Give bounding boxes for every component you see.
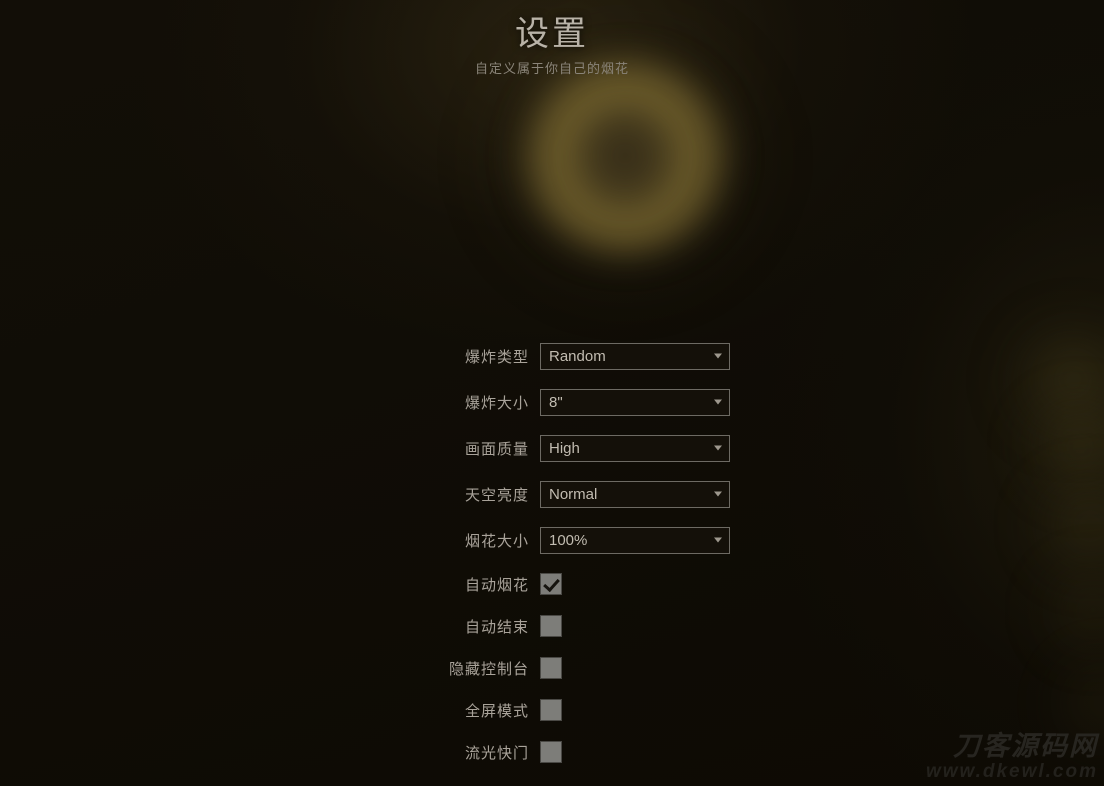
label-hide-controls: 隐藏控制台 (448, 660, 529, 678)
page-header: 设置 自定义属于你自己的烟花 (0, 14, 1104, 78)
select-firework-scale[interactable]: 100% (540, 526, 730, 554)
setting-row-fullscreen-mode: 全屏模式 (0, 698, 1104, 722)
setting-row-auto-firework: 自动烟花 (0, 572, 1104, 596)
select-explosion-size-value: 8" (549, 393, 563, 411)
checkbox-auto-firework[interactable] (540, 573, 562, 595)
select-sky-brightness-value: Normal (549, 485, 598, 503)
select-render-quality[interactable]: High (540, 434, 730, 462)
page-title: 设置 (515, 15, 589, 53)
setting-row-auto-finale: 自动结束 (0, 614, 1104, 638)
select-explosion-type-value: Random (549, 347, 606, 365)
setting-row-explosion-type: 爆炸类型 Random (0, 342, 1104, 370)
settings-form: 爆炸类型 Random 爆炸大小 8" 画面质量 High 天空亮度 Norma… (0, 342, 1104, 782)
label-long-exposure: 流光快门 (464, 744, 529, 762)
label-fullscreen-mode: 全屏模式 (464, 702, 529, 720)
label-explosion-type: 爆炸类型 (464, 348, 529, 366)
select-sky-brightness[interactable]: Normal (540, 480, 730, 508)
label-explosion-size: 爆炸大小 (464, 394, 529, 412)
checkbox-fullscreen-mode[interactable] (540, 699, 562, 721)
chevron-down-icon (714, 537, 722, 543)
chevron-down-icon (714, 445, 722, 451)
setting-row-explosion-size: 爆炸大小 8" (0, 388, 1104, 416)
watermark-url: www.dkewl.com (925, 761, 1098, 782)
watermark-title: 刀客源码网 (953, 731, 1098, 761)
label-auto-finale: 自动结束 (464, 618, 529, 636)
label-auto-firework: 自动烟花 (464, 576, 529, 594)
chevron-down-icon (714, 353, 722, 359)
chevron-down-icon (714, 399, 722, 405)
label-sky-brightness: 天空亮度 (464, 486, 529, 504)
checkbox-auto-finale[interactable] (540, 615, 562, 637)
select-render-quality-value: High (549, 439, 580, 457)
select-explosion-size[interactable]: 8" (540, 388, 730, 416)
setting-row-sky-brightness: 天空亮度 Normal (0, 480, 1104, 508)
watermark: 刀客源码网 www.dkewl.com (926, 731, 1098, 782)
setting-row-render-quality: 画面质量 High (0, 434, 1104, 462)
checkbox-hide-controls[interactable] (540, 657, 562, 679)
checkbox-long-exposure[interactable] (540, 741, 562, 763)
setting-row-firework-scale: 烟花大小 100% (0, 526, 1104, 554)
page-subtitle: 自定义属于你自己的烟花 (474, 61, 629, 76)
select-firework-scale-value: 100% (549, 531, 588, 549)
label-render-quality: 画面质量 (464, 440, 529, 458)
label-firework-scale: 烟花大小 (464, 532, 529, 550)
chevron-down-icon (714, 491, 722, 497)
setting-row-hide-controls: 隐藏控制台 (0, 656, 1104, 680)
select-explosion-type[interactable]: Random (540, 342, 730, 370)
firework-core (577, 109, 673, 205)
